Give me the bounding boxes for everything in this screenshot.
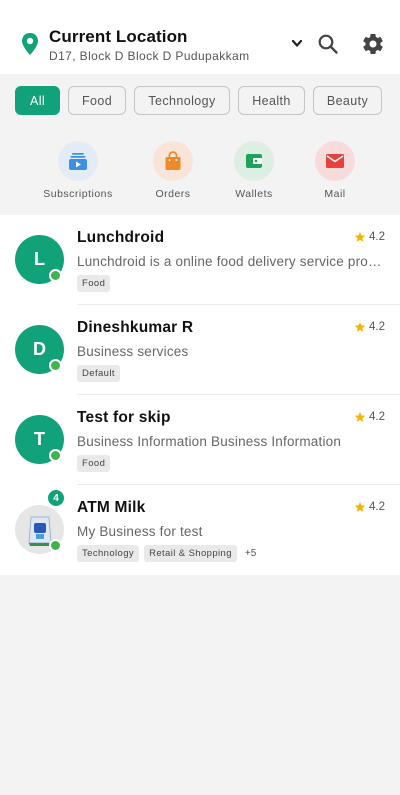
star-icon xyxy=(354,412,366,422)
search-icon[interactable] xyxy=(317,33,339,55)
shortcut-label: Wallets xyxy=(235,188,273,200)
more-tags-count[interactable]: +5 xyxy=(245,548,256,559)
star-icon xyxy=(354,322,366,332)
chevron-down-icon[interactable] xyxy=(288,36,306,52)
online-status-dot xyxy=(49,359,62,372)
business-name: ATM Milk xyxy=(77,499,146,516)
online-status-dot xyxy=(49,269,62,282)
tag-list: Food xyxy=(77,455,111,472)
shortcut-wallets[interactable]: Wallets xyxy=(214,141,294,200)
gear-icon[interactable] xyxy=(361,32,385,56)
rating: 4.2 xyxy=(354,411,385,423)
star-icon xyxy=(354,232,366,242)
shortcut-label: Subscriptions xyxy=(43,188,113,200)
location-address[interactable]: D17, Block D Block D Pudupakkam xyxy=(49,49,249,63)
tag-list: Default xyxy=(77,365,120,382)
business-description: Business Information Business Informatio… xyxy=(77,434,342,449)
rating-value: 4.2 xyxy=(369,231,385,243)
category-tag: Technology xyxy=(77,545,140,562)
shortcut-label: Mail xyxy=(324,188,346,200)
tag-list: Technology Retail & Shopping +5 xyxy=(77,545,256,562)
shortcut-mail[interactable]: Mail xyxy=(295,141,375,200)
business-name: Test for skip xyxy=(77,409,171,426)
business-name: Dineshkumar R xyxy=(77,319,194,336)
filter-chip-beauty[interactable]: Beauty xyxy=(313,86,382,115)
shortcut-subscriptions[interactable]: Subscriptions xyxy=(38,141,118,200)
category-tag: Food xyxy=(77,275,111,292)
notification-count-badge: 4 xyxy=(47,489,65,507)
subscriptions-icon xyxy=(58,141,98,181)
category-tag: Food xyxy=(77,455,111,472)
business-description: My Business for test xyxy=(77,524,203,539)
list-item[interactable]: L Lunchdroid 4.2 Lunchdroid is a online … xyxy=(0,215,400,305)
online-status-dot xyxy=(49,449,62,462)
business-list: L Lunchdroid 4.2 Lunchdroid is a online … xyxy=(0,215,400,575)
rating-value: 4.2 xyxy=(369,501,385,513)
shortcut-label: Orders xyxy=(155,188,191,200)
app-header: Current Location D17, Block D Block D Pu… xyxy=(0,0,400,74)
shortcut-orders[interactable]: Orders xyxy=(133,141,213,200)
list-item[interactable]: T Test for skip 4.2 Business Information… xyxy=(0,395,400,485)
star-icon xyxy=(354,502,366,512)
filter-chip-food[interactable]: Food xyxy=(68,86,126,115)
rating-value: 4.2 xyxy=(369,321,385,333)
online-status-dot xyxy=(49,539,62,552)
rating: 4.2 xyxy=(354,231,385,243)
tag-list: Food xyxy=(77,275,111,292)
wallet-icon xyxy=(234,141,274,181)
mail-icon xyxy=(315,141,355,181)
rating: 4.2 xyxy=(354,501,385,513)
business-description: Lunchdroid is a online food delivery ser… xyxy=(77,254,382,269)
filter-chip-health[interactable]: Health xyxy=(238,86,305,115)
shopping-bag-icon xyxy=(153,141,193,181)
list-item[interactable]: 4 ATM Milk 4.2 My Business for test Tech… xyxy=(0,485,400,575)
location-title[interactable]: Current Location xyxy=(49,27,188,47)
location-pin-icon[interactable] xyxy=(20,32,40,56)
filter-chip-all[interactable]: All xyxy=(15,86,60,115)
category-tag: Default xyxy=(77,365,120,382)
filter-chip-technology[interactable]: Technology xyxy=(134,86,230,115)
business-description: Business services xyxy=(77,344,189,359)
rating-value: 4.2 xyxy=(369,411,385,423)
list-item[interactable]: D Dineshkumar R 4.2 Business services De… xyxy=(0,305,400,395)
category-tag: Retail & Shopping xyxy=(144,545,237,562)
business-name: Lunchdroid xyxy=(77,229,165,246)
rating: 4.2 xyxy=(354,321,385,333)
